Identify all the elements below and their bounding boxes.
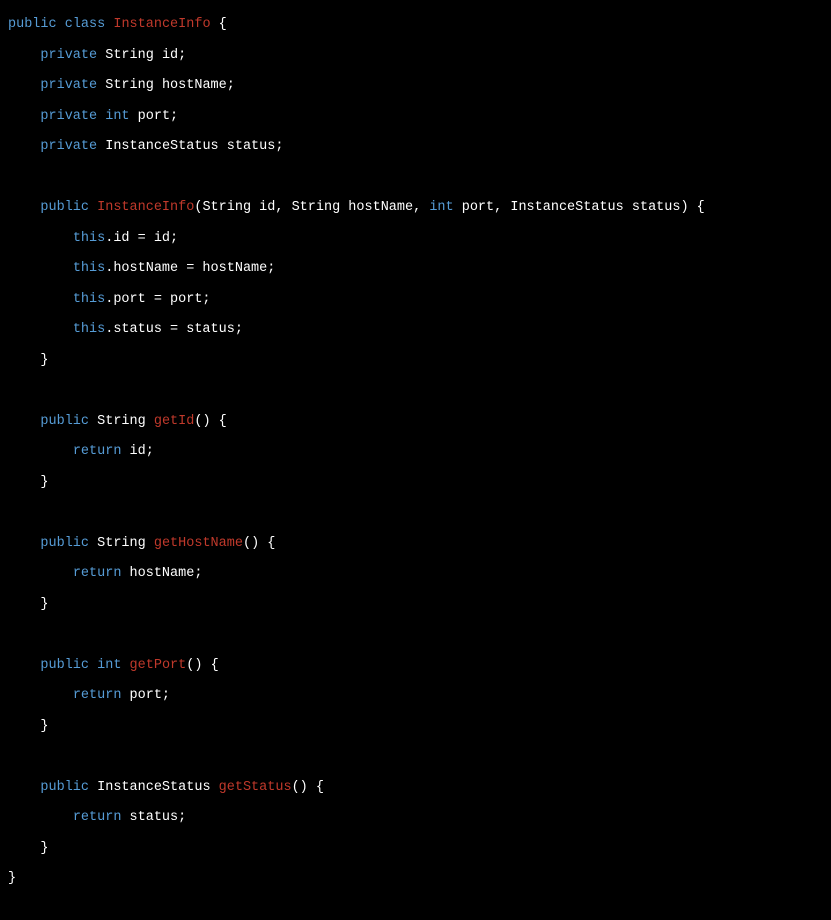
code-token xyxy=(8,322,73,337)
code-token xyxy=(8,780,40,795)
code-token: public xyxy=(40,536,89,551)
code-token: InstanceStatus xyxy=(97,780,210,795)
code-token: getStatus xyxy=(219,780,292,795)
code-token xyxy=(8,292,73,307)
code-token: return xyxy=(73,810,122,825)
code-token: String xyxy=(292,200,341,215)
code-token xyxy=(121,658,129,673)
code-token xyxy=(8,566,73,581)
code-token: String xyxy=(105,48,154,63)
code-token: int xyxy=(105,109,129,124)
code-token: public xyxy=(40,200,89,215)
code-token xyxy=(8,139,40,154)
code-token: port; xyxy=(130,109,179,124)
code-token: port; xyxy=(121,688,170,703)
code-token: this xyxy=(73,322,105,337)
code-token xyxy=(8,414,40,429)
code-token xyxy=(89,200,97,215)
code-token xyxy=(8,536,40,551)
code-block: public class InstanceInfo { private Stri… xyxy=(0,0,831,905)
code-token: private xyxy=(40,139,97,154)
code-token: return xyxy=(73,444,122,459)
code-token xyxy=(8,48,40,63)
code-token: () { xyxy=(186,658,218,673)
code-token: .status = status; xyxy=(105,322,243,337)
code-token: hostName; xyxy=(121,566,202,581)
code-token: InstanceStatus xyxy=(105,139,218,154)
code-token: hostName, xyxy=(340,200,429,215)
code-token: .hostName = hostName; xyxy=(105,261,275,276)
code-token: .id = id; xyxy=(105,231,178,246)
code-token: private xyxy=(40,78,97,93)
code-token: this xyxy=(73,231,105,246)
code-token: () { xyxy=(194,414,226,429)
code-token: } xyxy=(8,871,16,886)
code-token xyxy=(8,231,73,246)
code-token: getId xyxy=(154,414,195,429)
code-token: int xyxy=(429,200,453,215)
code-token: getPort xyxy=(130,658,187,673)
code-token: InstanceInfo xyxy=(113,17,210,32)
code-token: id, xyxy=(251,200,292,215)
code-token xyxy=(8,78,40,93)
code-token: String xyxy=(97,536,146,551)
code-token xyxy=(8,444,73,459)
code-token: } xyxy=(8,597,49,612)
code-token: public xyxy=(40,414,89,429)
code-token: .port = port; xyxy=(105,292,210,307)
code-token: hostName; xyxy=(154,78,235,93)
code-token: InstanceStatus xyxy=(510,200,623,215)
code-token: return xyxy=(73,688,122,703)
code-token xyxy=(8,688,73,703)
code-token: id; xyxy=(154,48,186,63)
code-token xyxy=(211,780,219,795)
code-token: } xyxy=(8,475,49,490)
code-token: int xyxy=(97,658,121,673)
code-token: return xyxy=(73,566,122,581)
code-token: private xyxy=(40,48,97,63)
code-token: status; xyxy=(121,810,186,825)
code-token xyxy=(8,200,40,215)
code-token: public xyxy=(40,658,89,673)
code-token: String xyxy=(202,200,251,215)
code-token: public xyxy=(40,780,89,795)
code-token xyxy=(89,536,97,551)
code-token: status; xyxy=(219,139,284,154)
code-token: public xyxy=(8,17,57,32)
code-token xyxy=(89,414,97,429)
code-token: } xyxy=(8,353,49,368)
code-token xyxy=(8,810,73,825)
code-token: this xyxy=(73,261,105,276)
code-token: this xyxy=(73,292,105,307)
code-token xyxy=(146,536,154,551)
code-token: status) { xyxy=(624,200,705,215)
code-token xyxy=(8,261,73,276)
code-token: () { xyxy=(292,780,324,795)
code-token xyxy=(57,17,65,32)
code-token: String xyxy=(97,414,146,429)
code-token: } xyxy=(8,841,49,856)
code-token: id; xyxy=(121,444,153,459)
code-token: class xyxy=(65,17,106,32)
code-token xyxy=(8,109,40,124)
code-token xyxy=(89,658,97,673)
code-token xyxy=(146,414,154,429)
code-token: } xyxy=(8,719,49,734)
code-token xyxy=(8,658,40,673)
code-token xyxy=(89,780,97,795)
code-token: port, xyxy=(454,200,511,215)
code-token: getHostName xyxy=(154,536,243,551)
code-token: String xyxy=(105,78,154,93)
code-token: InstanceInfo xyxy=(97,200,194,215)
code-token: private xyxy=(40,109,97,124)
code-token: () { xyxy=(243,536,275,551)
code-token: { xyxy=(211,17,227,32)
